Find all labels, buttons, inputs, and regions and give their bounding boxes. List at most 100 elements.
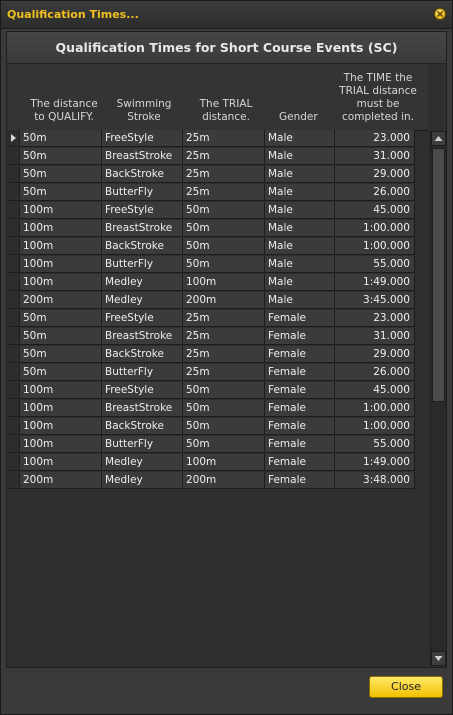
table-row[interactable]: 50m FreeStyle 25m Female 23.000 [7, 310, 419, 328]
cell-gender[interactable]: Male [265, 130, 335, 147]
cell-gender[interactable]: Male [265, 274, 335, 291]
row-selector[interactable] [8, 454, 20, 471]
table-row[interactable]: 50m ButterFly 25m Male 26.000 [7, 184, 419, 202]
cell-qualify-distance[interactable]: 200m [20, 472, 102, 489]
cell-qualify-distance[interactable]: 50m [20, 184, 102, 201]
cell-gender[interactable]: Male [265, 202, 335, 219]
table-row[interactable]: 50m BreastStroke 25m Female 31.000 [7, 328, 419, 346]
cell-qualify-distance[interactable]: 100m [20, 202, 102, 219]
close-button[interactable]: Close [369, 676, 443, 698]
cell-time[interactable]: 26.000 [335, 184, 415, 201]
table-row[interactable]: 100m BackStroke 50m Male 1:00.000 [7, 238, 419, 256]
cell-gender[interactable]: Female [265, 400, 335, 417]
cell-qualify-distance[interactable]: 100m [20, 274, 102, 291]
chevron-up-icon[interactable] [431, 131, 446, 146]
row-selector[interactable] [8, 418, 20, 435]
cell-stroke[interactable]: BackStroke [102, 166, 183, 183]
cell-qualify-distance[interactable]: 100m [20, 382, 102, 399]
cell-stroke[interactable]: FreeStyle [102, 130, 183, 147]
cell-gender[interactable]: Male [265, 184, 335, 201]
table-row[interactable]: 50m ButterFly 25m Female 26.000 [7, 364, 419, 382]
cell-stroke[interactable]: FreeStyle [102, 310, 183, 327]
row-selector[interactable] [8, 238, 20, 255]
cell-qualify-distance[interactable]: 100m [20, 418, 102, 435]
cell-trial-distance[interactable]: 50m [183, 202, 265, 219]
column-header-trial-distance[interactable]: The TRIAL distance. [186, 98, 266, 124]
cell-trial-distance[interactable]: 25m [183, 184, 265, 201]
cell-trial-distance[interactable]: 50m [183, 238, 265, 255]
cell-time[interactable]: 3:48.000 [335, 472, 415, 489]
cell-trial-distance[interactable]: 100m [183, 454, 265, 471]
cell-time[interactable]: 1:00.000 [335, 238, 415, 255]
row-selector[interactable] [8, 328, 20, 345]
cell-time[interactable]: 29.000 [335, 166, 415, 183]
cell-gender[interactable]: Female [265, 436, 335, 453]
table-row[interactable]: 200m Medley 200m Female 3:48.000 [7, 472, 419, 490]
cell-stroke[interactable]: Medley [102, 292, 183, 309]
cell-gender[interactable]: Female [265, 418, 335, 435]
cell-time[interactable]: 1:00.000 [335, 400, 415, 417]
cell-time[interactable]: 23.000 [335, 130, 415, 147]
cell-time[interactable]: 55.000 [335, 436, 415, 453]
table-row[interactable]: 200m Medley 200m Male 3:45.000 [7, 292, 419, 310]
cell-stroke[interactable]: Medley [102, 274, 183, 291]
cell-time[interactable]: 45.000 [335, 202, 415, 219]
table-row[interactable]: 100m FreeStyle 50m Male 45.000 [7, 202, 419, 220]
cell-qualify-distance[interactable]: 100m [20, 238, 102, 255]
cell-time[interactable]: 1:49.000 [335, 274, 415, 291]
cell-gender[interactable]: Male [265, 148, 335, 165]
row-selector[interactable] [8, 256, 20, 273]
cell-time[interactable]: 55.000 [335, 256, 415, 273]
cell-trial-distance[interactable]: 25m [183, 328, 265, 345]
cell-trial-distance[interactable]: 200m [183, 292, 265, 309]
row-selector[interactable] [8, 310, 20, 327]
table-row[interactable]: 100m Medley 100m Female 1:49.000 [7, 454, 419, 472]
cell-trial-distance[interactable]: 50m [183, 382, 265, 399]
cell-stroke[interactable]: ButterFly [102, 436, 183, 453]
table-row[interactable]: 50m FreeStyle 25m Male 23.000 [7, 130, 419, 148]
column-header-qualify-distance[interactable]: The distance to QUALIFY. [24, 98, 104, 124]
cell-gender[interactable]: Female [265, 310, 335, 327]
cell-gender[interactable]: Female [265, 364, 335, 381]
row-selector[interactable] [8, 292, 20, 309]
table-row[interactable]: 100m Medley 100m Male 1:49.000 [7, 274, 419, 292]
cell-time[interactable]: 29.000 [335, 346, 415, 363]
row-selector[interactable] [8, 382, 20, 399]
cell-gender[interactable]: Male [265, 256, 335, 273]
cell-gender[interactable]: Female [265, 328, 335, 345]
cell-trial-distance[interactable]: 25m [183, 364, 265, 381]
cell-time[interactable]: 3:45.000 [335, 292, 415, 309]
cell-stroke[interactable]: FreeStyle [102, 382, 183, 399]
table-row[interactable]: 50m BackStroke 25m Male 29.000 [7, 166, 419, 184]
table-row[interactable]: 100m ButterFly 50m Male 55.000 [7, 256, 419, 274]
cell-time[interactable]: 45.000 [335, 382, 415, 399]
row-selector[interactable] [8, 166, 20, 183]
cell-gender[interactable]: Male [265, 220, 335, 237]
cell-qualify-distance[interactable]: 200m [20, 292, 102, 309]
cell-time[interactable]: 31.000 [335, 148, 415, 165]
cell-time[interactable]: 31.000 [335, 328, 415, 345]
cell-gender[interactable]: Female [265, 382, 335, 399]
row-selector[interactable] [8, 346, 20, 363]
row-selector[interactable] [8, 184, 20, 201]
cell-trial-distance[interactable]: 50m [183, 436, 265, 453]
cell-qualify-distance[interactable]: 100m [20, 436, 102, 453]
table-row[interactable]: 100m FreeStyle 50m Female 45.000 [7, 382, 419, 400]
cell-trial-distance[interactable]: 200m [183, 472, 265, 489]
cell-qualify-distance[interactable]: 100m [20, 220, 102, 237]
cell-time[interactable]: 1:49.000 [335, 454, 415, 471]
cell-trial-distance[interactable]: 25m [183, 130, 265, 147]
cell-stroke[interactable]: BreastStroke [102, 220, 183, 237]
cell-gender[interactable]: Female [265, 454, 335, 471]
cell-qualify-distance[interactable]: 50m [20, 346, 102, 363]
cell-trial-distance[interactable]: 50m [183, 418, 265, 435]
vertical-scrollbar[interactable] [430, 131, 446, 666]
close-icon[interactable] [434, 8, 446, 20]
cell-gender[interactable]: Male [265, 238, 335, 255]
cell-stroke[interactable]: BreastStroke [102, 148, 183, 165]
cell-qualify-distance[interactable]: 50m [20, 364, 102, 381]
cell-qualify-distance[interactable]: 100m [20, 454, 102, 471]
cell-stroke[interactable]: ButterFly [102, 256, 183, 273]
cell-trial-distance[interactable]: 25m [183, 346, 265, 363]
cell-trial-distance[interactable]: 25m [183, 310, 265, 327]
